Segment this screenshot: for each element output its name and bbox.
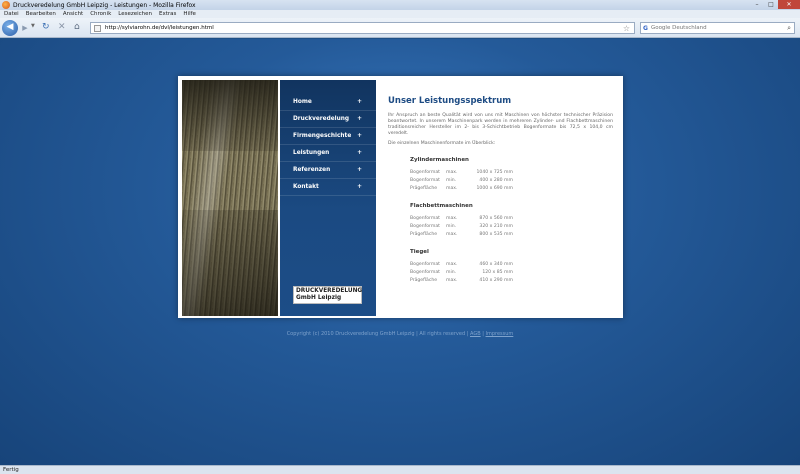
- page-title: Unser Leistungsspektrum: [388, 96, 512, 106]
- minimize-icon[interactable]: –: [750, 0, 764, 9]
- page-footer: Copyright (c) 2010 Druckveredelung GmbH …: [286, 331, 514, 337]
- spec-row: Bogenformat max. 1040 x 725 mm: [410, 170, 513, 175]
- home-icon[interactable]: ⌂: [74, 22, 80, 32]
- nav-label[interactable]: Home: [293, 99, 312, 105]
- url-text[interactable]: http://sylviarohn.de/dvl/leistungen.html: [105, 25, 214, 31]
- intro-subline: Die einzelnen Maschinenformate im Überbl…: [388, 141, 496, 146]
- nav-label[interactable]: Leistungen: [293, 150, 329, 156]
- search-input[interactable]: [650, 25, 771, 31]
- navigation-toolbar: ◀ ▶ ▼ ↻ ✕ ⌂ http://sylviarohn.de/dvl/lei…: [0, 18, 800, 38]
- maximize-icon[interactable]: □: [764, 0, 778, 9]
- nav-item-home[interactable]: Home +: [280, 94, 376, 111]
- forward-button[interactable]: ▶: [20, 23, 30, 33]
- spec-row: Prägefläche max. 1000 x 690 mm: [410, 186, 513, 191]
- menu-item-hilfe[interactable]: Hilfe: [183, 11, 196, 17]
- section-heading: Flachbettmaschinen: [410, 203, 473, 209]
- nav-item-druckveredelung[interactable]: Druckveredelung +: [280, 111, 376, 128]
- menu-item-ansicht[interactable]: Ansicht: [63, 11, 83, 17]
- nav-label[interactable]: Kontakt: [293, 184, 319, 190]
- nav-label[interactable]: Druckveredelung: [293, 116, 349, 122]
- machine-section: Flachbettmaschinen Bogenformat max. 870 x …: [410, 203, 613, 239]
- reload-icon[interactable]: ↻: [42, 22, 50, 32]
- company-logo[interactable]: DRUCKVEREDELUNG GmbH Leipzig: [293, 286, 362, 304]
- spec-row: Bogenformat min. 320 x 210 mm: [410, 224, 513, 229]
- main-content: Unser Leistungsspektrum Ihr Anspruch an …: [388, 96, 613, 285]
- menu-item-bearbeiten[interactable]: Bearbeiten: [26, 11, 56, 17]
- machine-section: Tiegel Bogenformat max. 460 x 340 mm Bogen…: [410, 249, 613, 285]
- plus-icon: +: [357, 150, 362, 156]
- menu-item-datei[interactable]: Datei: [4, 11, 19, 17]
- nav-item-firmengeschichte[interactable]: Firmengeschichte +: [280, 128, 376, 145]
- close-icon[interactable]: ✕: [778, 0, 800, 9]
- plus-icon: +: [357, 99, 362, 105]
- section-heading: Zylindermaschinen: [410, 157, 469, 163]
- nav-label[interactable]: Referenzen: [293, 167, 330, 173]
- plus-icon: +: [357, 116, 362, 122]
- plus-icon: +: [357, 133, 362, 139]
- machine-section: Zylindermaschinen Bogenformat max. 1040 x …: [410, 157, 613, 193]
- printing-machine-photo: [182, 80, 278, 316]
- main-navigation: Home + Druckveredelung + Firmengeschichte +…: [280, 80, 376, 316]
- logo-line-1: DRUCKVEREDELUNG: [296, 288, 363, 294]
- google-icon[interactable]: G: [643, 25, 648, 32]
- impressum-link[interactable]: Impressum: [486, 331, 514, 337]
- intro-paragraph: Ihr Anspruch an beste Qualität wird von …: [388, 113, 613, 136]
- spec-row: Prägefläche max. 410 x 290 mm: [410, 278, 513, 283]
- bookmark-star-icon[interactable]: ☆: [623, 23, 630, 34]
- section-heading: Tiegel: [410, 249, 429, 255]
- search-icon[interactable]: ⌕: [787, 23, 791, 34]
- address-bar[interactable]: http://sylviarohn.de/dvl/leistungen.html…: [90, 22, 635, 34]
- logo-line-2: GmbH Leipzig: [296, 295, 342, 301]
- firefox-icon: [2, 1, 10, 9]
- page-favicon: [94, 24, 101, 32]
- stop-icon[interactable]: ✕: [58, 22, 66, 32]
- spec-row: Bogenformat max. 870 x 560 mm: [410, 216, 513, 221]
- agb-link[interactable]: AGB: [470, 331, 481, 337]
- history-dropdown-icon[interactable]: ▼: [31, 23, 35, 29]
- menu-item-extras[interactable]: Extras: [159, 11, 176, 17]
- back-button[interactable]: ◀: [2, 20, 18, 36]
- menu-item-chronik[interactable]: Chronik: [90, 11, 111, 17]
- nav-item-leistungen[interactable]: Leistungen +: [280, 145, 376, 162]
- status-bar: Fertig: [0, 465, 800, 474]
- spec-row: Bogenformat min. 120 x 85 mm: [410, 270, 513, 275]
- search-box[interactable]: G ⌕: [640, 22, 795, 34]
- spec-row: Bogenformat max. 460 x 340 mm: [410, 262, 513, 267]
- window-title: Druckveredelung GmbH Leipzig - Leistunge…: [13, 1, 196, 9]
- nav-label[interactable]: Firmengeschichte: [293, 133, 351, 139]
- copyright-text: Copyright (c) 2010 Druckveredelung GmbH …: [286, 331, 469, 337]
- window-controls: – □ ✕: [750, 0, 800, 10]
- plus-icon: +: [357, 167, 362, 173]
- menu-bar: Datei Bearbeiten Ansicht Chronik Lesezei…: [0, 10, 800, 18]
- content-panel: Home + Druckveredelung + Firmengeschichte +…: [178, 76, 623, 318]
- nav-item-referenzen[interactable]: Referenzen +: [280, 162, 376, 179]
- window-titlebar: Druckveredelung GmbH Leipzig - Leistunge…: [0, 0, 800, 10]
- nav-item-kontakt[interactable]: Kontakt +: [280, 179, 376, 196]
- spec-row: Prägefläche max. 800 x 535 mm: [410, 232, 513, 237]
- status-text: Fertig: [3, 467, 19, 473]
- menu-item-lesezeichen[interactable]: Lesezeichen: [118, 11, 152, 17]
- spec-row: Bogenformat min. 400 x 280 mm: [410, 178, 513, 183]
- plus-icon: +: [357, 184, 362, 190]
